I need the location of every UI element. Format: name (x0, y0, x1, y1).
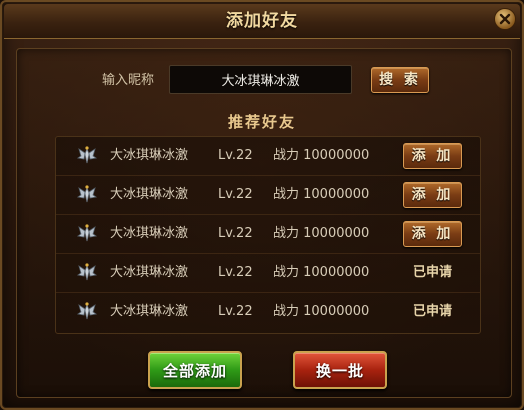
friend-power: 战力 10000000 (273, 265, 370, 280)
list-item: 大冰琪琳冰激 Lv.22 战力 10000000 添 加 (56, 137, 480, 176)
friend-name: 大冰琪琳冰激 (110, 304, 189, 319)
list-item: 大冰琪琳冰激 Lv.22 战力 10000000 添 加 (56, 176, 480, 215)
friend-power: 战力 10000000 (273, 226, 370, 241)
add-friend-button[interactable]: 添 加 (403, 143, 462, 169)
title-bar: 添加好友 (4, 4, 520, 39)
friend-level: Lv.22 (218, 226, 253, 241)
refresh-batch-button[interactable]: 换一批 (293, 351, 387, 389)
friend-name: 大冰琪琳冰激 (110, 148, 189, 163)
dialog-title: 添加好友 (226, 11, 298, 31)
close-button[interactable] (494, 8, 516, 30)
request-sent-status: 已申请 (413, 304, 453, 319)
rank-wings-icon (76, 263, 98, 281)
add-all-button[interactable]: 全部添加 (148, 351, 242, 389)
friend-level: Lv.22 (218, 187, 253, 202)
list-item: 大冰琪琳冰激 Lv.22 战力 10000000 已申请 (56, 293, 480, 331)
friend-power: 战力 10000000 (273, 187, 370, 202)
rank-wings-icon (76, 146, 98, 164)
recommend-list: 大冰琪琳冰激 Lv.22 战力 10000000 添 加 大冰琪琳冰激 Lv.2… (55, 136, 481, 334)
rank-wings-icon (76, 185, 98, 203)
rank-wings-icon (76, 224, 98, 242)
friend-power: 战力 10000000 (273, 148, 370, 163)
rank-wings-icon (76, 302, 98, 320)
add-friend-button[interactable]: 添 加 (403, 182, 462, 208)
friend-name: 大冰琪琳冰激 (110, 187, 189, 202)
friend-name: 大冰琪琳冰激 (110, 226, 189, 241)
friend-level: Lv.22 (218, 304, 253, 319)
search-button[interactable]: 搜 索 (371, 67, 429, 93)
list-item: 大冰琪琳冰激 Lv.22 战力 10000000 已申请 (56, 254, 480, 293)
list-item: 大冰琪琳冰激 Lv.22 战力 10000000 添 加 (56, 215, 480, 254)
add-friend-dialog: 添加好友 输入昵称 搜 索 推荐好友 大冰琪琳冰激 Lv.22 战力 10000… (0, 0, 524, 410)
close-icon (499, 13, 511, 25)
request-sent-status: 已申请 (413, 265, 453, 280)
nickname-label: 输入昵称 (102, 73, 155, 88)
add-friend-button[interactable]: 添 加 (403, 221, 462, 247)
friend-name: 大冰琪琳冰激 (110, 265, 189, 280)
friend-level: Lv.22 (218, 265, 253, 280)
friend-level: Lv.22 (218, 148, 253, 163)
friend-power: 战力 10000000 (273, 304, 370, 319)
recommend-title: 推荐好友 (227, 113, 296, 131)
nickname-search-input[interactable] (169, 65, 352, 94)
